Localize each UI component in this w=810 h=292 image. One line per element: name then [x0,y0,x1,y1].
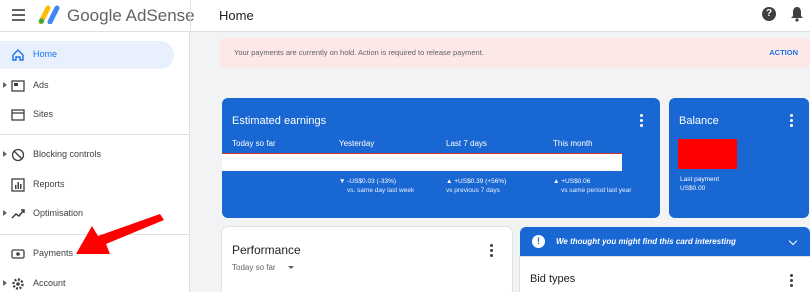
earnings-column-label: Last 7 days [446,139,487,148]
sidebar-item-sites[interactable]: Sites [0,101,190,129]
app-title: Google AdSense [67,6,195,25]
menu-icon[interactable] [12,9,25,21]
card-title: Performance [232,243,301,257]
block-icon [11,148,25,162]
alert-action-button[interactable]: ACTION [769,48,798,57]
earnings-delta-comparison: vs. same day last week [347,187,415,194]
earnings-delta: ▼ -US$0.03 (-33%) [339,178,397,185]
sidebar-item-label: Home [33,49,58,59]
last-payment-label: Last payment [680,176,720,183]
bid-types-card: Bid types [520,257,810,292]
payment-hold-alert: Your payments are currently on hold. Act… [220,38,810,68]
sidebar-item-label: Sites [33,109,54,119]
sidebar-item-label: Payments [33,248,74,258]
sidebar-item-label: Ads [33,80,49,90]
performance-card: Performance Today so far [222,227,512,292]
reports-icon [11,178,25,192]
card-title: Balance [679,115,719,127]
help-icon[interactable]: ? [762,7,776,21]
redacted-balance-block [678,139,737,169]
more-options-icon[interactable] [790,114,794,128]
estimated-earnings-card: Estimated earnings Today so far Yesterda… [222,98,660,218]
chevron-down-icon[interactable] [788,236,798,246]
gear-icon [12,278,24,290]
payments-icon [11,249,25,259]
balance-card: Balance Last payment US$0.00 [669,98,809,218]
more-options-icon[interactable] [790,274,794,288]
last-payment-value: US$0.00 [680,185,706,192]
expand-caret-icon[interactable] [3,280,7,286]
annotation-arrow-icon [76,214,164,254]
sidebar-item-label: Reports [33,179,65,189]
sidebar-item-blocking-controls[interactable]: Blocking controls [0,141,190,169]
bell-icon[interactable] [790,6,804,22]
card-title: Bid types [530,273,576,285]
expand-caret-icon[interactable] [3,210,7,216]
home-icon [12,49,24,61]
earnings-delta: ▲ +US$0.39 (+56%) [446,178,507,185]
trending-icon [11,209,25,219]
sidebar-item-reports[interactable]: Reports [0,171,190,199]
sidebar-item-label: Account [33,278,66,288]
more-options-icon[interactable] [640,114,644,128]
earnings-column-label: Yesterday [339,139,375,148]
sidebar-item-ads[interactable]: Ads [0,72,190,100]
ads-icon [11,80,25,92]
date-range-dropdown[interactable]: Today so far [232,263,276,272]
suggestion-text: We thought you might find this card inte… [556,237,736,246]
earnings-column-label: Today so far [232,139,276,148]
earnings-delta-comparison: vs previous 7 days [446,187,500,194]
sites-icon [11,109,25,121]
sidebar-item-home[interactable]: Home [0,41,174,69]
top-app-bar: Google AdSense Home ? [0,0,810,32]
adsense-home: Google AdSense Home ? Home Ads Sites Blo… [0,0,810,292]
sidebar-divider [0,134,190,135]
page-title: Home [219,8,254,23]
adsense-logo-icon [38,5,60,24]
expand-caret-icon[interactable] [3,151,7,157]
alert-message: Your payments are currently on hold. Act… [234,48,484,57]
earnings-delta-comparison: vs same period last year [561,187,632,194]
expand-caret-icon[interactable] [3,82,7,88]
sidebar-item-account[interactable]: Account [0,270,190,292]
suggestion-banner[interactable]: ! We thought you might find this card in… [520,227,810,257]
alert-icon: ! [532,235,545,248]
chevron-down-icon[interactable] [288,266,294,269]
redacted-values-bar [222,153,622,171]
header-divider [190,0,191,32]
card-title: Estimated earnings [232,115,327,127]
sidebar-item-label: Blocking controls [33,149,102,159]
more-options-icon[interactable] [490,244,494,258]
earnings-delta: ▲ +US$0.06 [553,178,591,185]
earnings-column-label: This month [553,139,593,148]
